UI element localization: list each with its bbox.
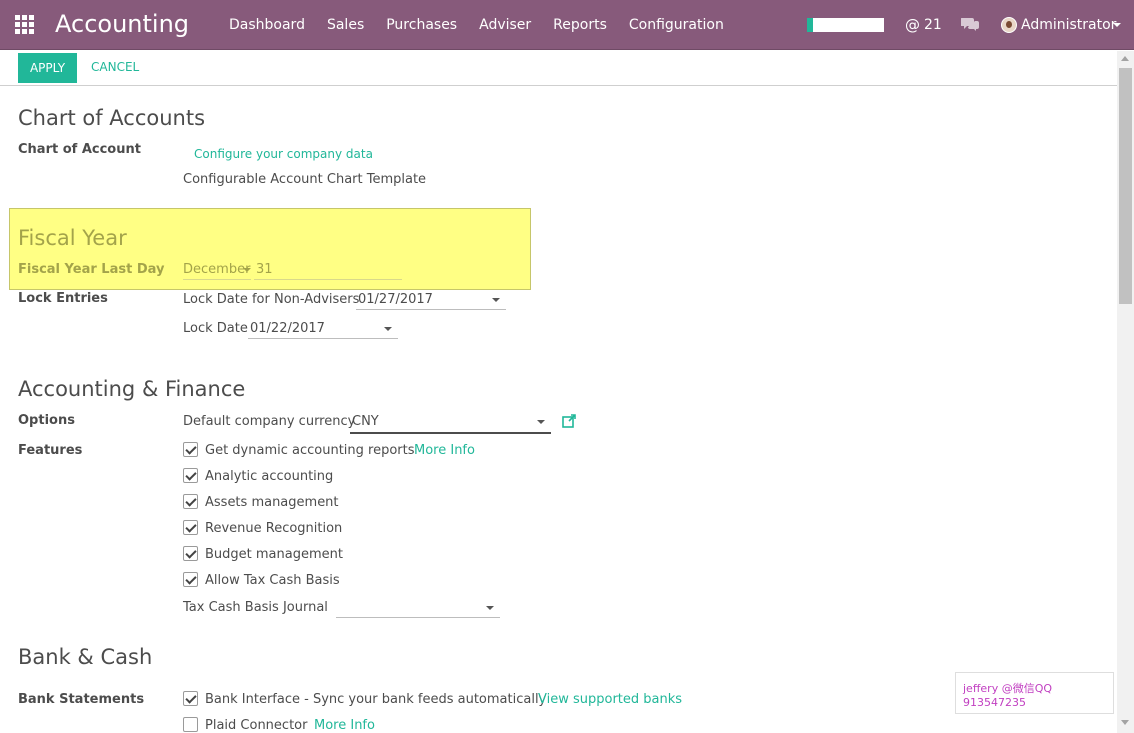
apps-grid-icon[interactable] — [15, 15, 35, 35]
feature-checkbox[interactable] — [183, 572, 198, 587]
tax-cash-basis-journal-select[interactable] — [336, 598, 500, 618]
menu-purchases[interactable]: Purchases — [386, 17, 457, 33]
menu-sales[interactable]: Sales — [327, 17, 364, 33]
lock-date-input[interactable]: 01/22/2017 — [248, 319, 398, 339]
scrollbar-thumb[interactable] — [1119, 68, 1132, 304]
view-supported-banks-link[interactable]: View supported banks — [538, 692, 682, 707]
lock-date-non-advisers-value: 01/27/2017 — [358, 292, 433, 307]
feature-label: Get dynamic accounting reports — [205, 443, 415, 458]
fiscal-month-value: December — [183, 262, 251, 277]
plaid-connector-checkbox[interactable] — [183, 717, 198, 732]
lock-date-non-advisers-input[interactable]: 01/27/2017 — [356, 290, 506, 310]
external-link-icon[interactable] — [562, 414, 576, 428]
section-heading-fiscal-year: Fiscal Year — [18, 226, 127, 250]
feature-label: Budget management — [205, 547, 343, 562]
main-menu: Dashboard Sales Purchases Adviser Report… — [229, 17, 724, 33]
feature-label: Allow Tax Cash Basis — [205, 573, 340, 588]
menu-reports[interactable]: Reports — [553, 17, 607, 33]
feature-checkbox[interactable] — [183, 546, 198, 561]
apply-button[interactable]: APPLY — [18, 53, 77, 83]
fiscal-year-last-day-label: Fiscal Year Last Day — [18, 262, 165, 277]
options-label: Options — [18, 413, 75, 428]
vertical-scrollbar[interactable] — [1117, 51, 1134, 733]
tax-cash-basis-journal-label: Tax Cash Basis Journal — [183, 600, 328, 615]
bank-interface-label: Bank Interface - Sync your bank feeds au… — [205, 692, 547, 707]
lock-date-label: Lock Date — [183, 321, 248, 336]
fiscal-day-input[interactable]: 31 — [254, 260, 402, 280]
menu-dashboard[interactable]: Dashboard — [229, 17, 305, 33]
user-avatar[interactable] — [1001, 17, 1017, 33]
cancel-button[interactable]: CANCEL — [91, 60, 139, 74]
features-label: Features — [18, 443, 83, 458]
watermark-text: jeffery @微信QQ 913547235 — [963, 682, 1053, 709]
plaid-connector-label: Plaid Connector — [205, 718, 308, 733]
feature-checkbox[interactable] — [183, 520, 198, 535]
chevron-down-icon — [486, 606, 494, 610]
chevron-down-icon[interactable] — [1113, 23, 1121, 27]
scroll-down-arrow-icon[interactable] — [1121, 720, 1129, 725]
bank-statements-label: Bank Statements — [18, 692, 145, 707]
section-heading-bank-cash: Bank & Cash — [18, 645, 153, 669]
more-info-link[interactable]: More Info — [314, 718, 375, 733]
section-heading-accounting-finance: Accounting & Finance — [18, 377, 246, 401]
lock-date-non-advisers-label: Lock Date for Non-Advisers — [183, 292, 360, 307]
scroll-up-arrow-icon[interactable] — [1121, 56, 1129, 61]
menu-adviser[interactable]: Adviser — [479, 17, 531, 33]
configure-company-data-link[interactable]: Configure your company data — [194, 147, 373, 161]
chevron-down-icon — [492, 298, 500, 302]
default-currency-label: Default company currency — [183, 414, 356, 429]
more-info-link[interactable]: More Info — [414, 443, 475, 458]
feature-checkbox[interactable] — [183, 468, 198, 483]
chevron-down-icon — [384, 327, 392, 331]
fiscal-day-value: 31 — [256, 262, 273, 277]
chart-of-account-label: Chart of Account — [18, 142, 141, 157]
progress-fill — [807, 18, 814, 32]
menu-configuration[interactable]: Configuration — [629, 17, 724, 33]
default-currency-select[interactable]: CNY — [350, 412, 551, 434]
feature-label: Revenue Recognition — [205, 521, 343, 536]
feature-checkbox[interactable] — [183, 494, 198, 509]
lock-date-value: 01/22/2017 — [250, 321, 325, 336]
feature-label: Analytic accounting — [205, 469, 334, 484]
top-navbar: Accounting Dashboard Sales Purchases Adv… — [0, 0, 1134, 50]
app-title: Accounting — [55, 10, 190, 38]
chevron-down-icon — [243, 268, 251, 272]
fiscal-month-select[interactable]: December — [183, 260, 251, 280]
section-heading-chart-of-accounts: Chart of Accounts — [18, 106, 206, 130]
user-menu[interactable]: Administrator — [1021, 17, 1116, 33]
at-mention-icon[interactable]: @ — [905, 16, 920, 34]
planner-progress-bar[interactable] — [807, 18, 884, 32]
chevron-down-icon — [537, 420, 545, 424]
control-panel: APPLY CANCEL — [0, 51, 1117, 86]
feature-checkbox[interactable] — [183, 442, 198, 457]
lock-entries-label: Lock Entries — [18, 291, 108, 306]
feature-label: Assets management — [205, 495, 339, 510]
bank-interface-checkbox[interactable] — [183, 691, 198, 706]
chat-icon[interactable] — [961, 16, 979, 32]
watermark-box: jeffery @微信QQ 913547235 — [955, 672, 1114, 714]
default-currency-value: CNY — [352, 414, 379, 429]
chart-template-value: Configurable Account Chart Template — [183, 172, 427, 187]
mentions-count[interactable]: 21 — [924, 17, 942, 33]
